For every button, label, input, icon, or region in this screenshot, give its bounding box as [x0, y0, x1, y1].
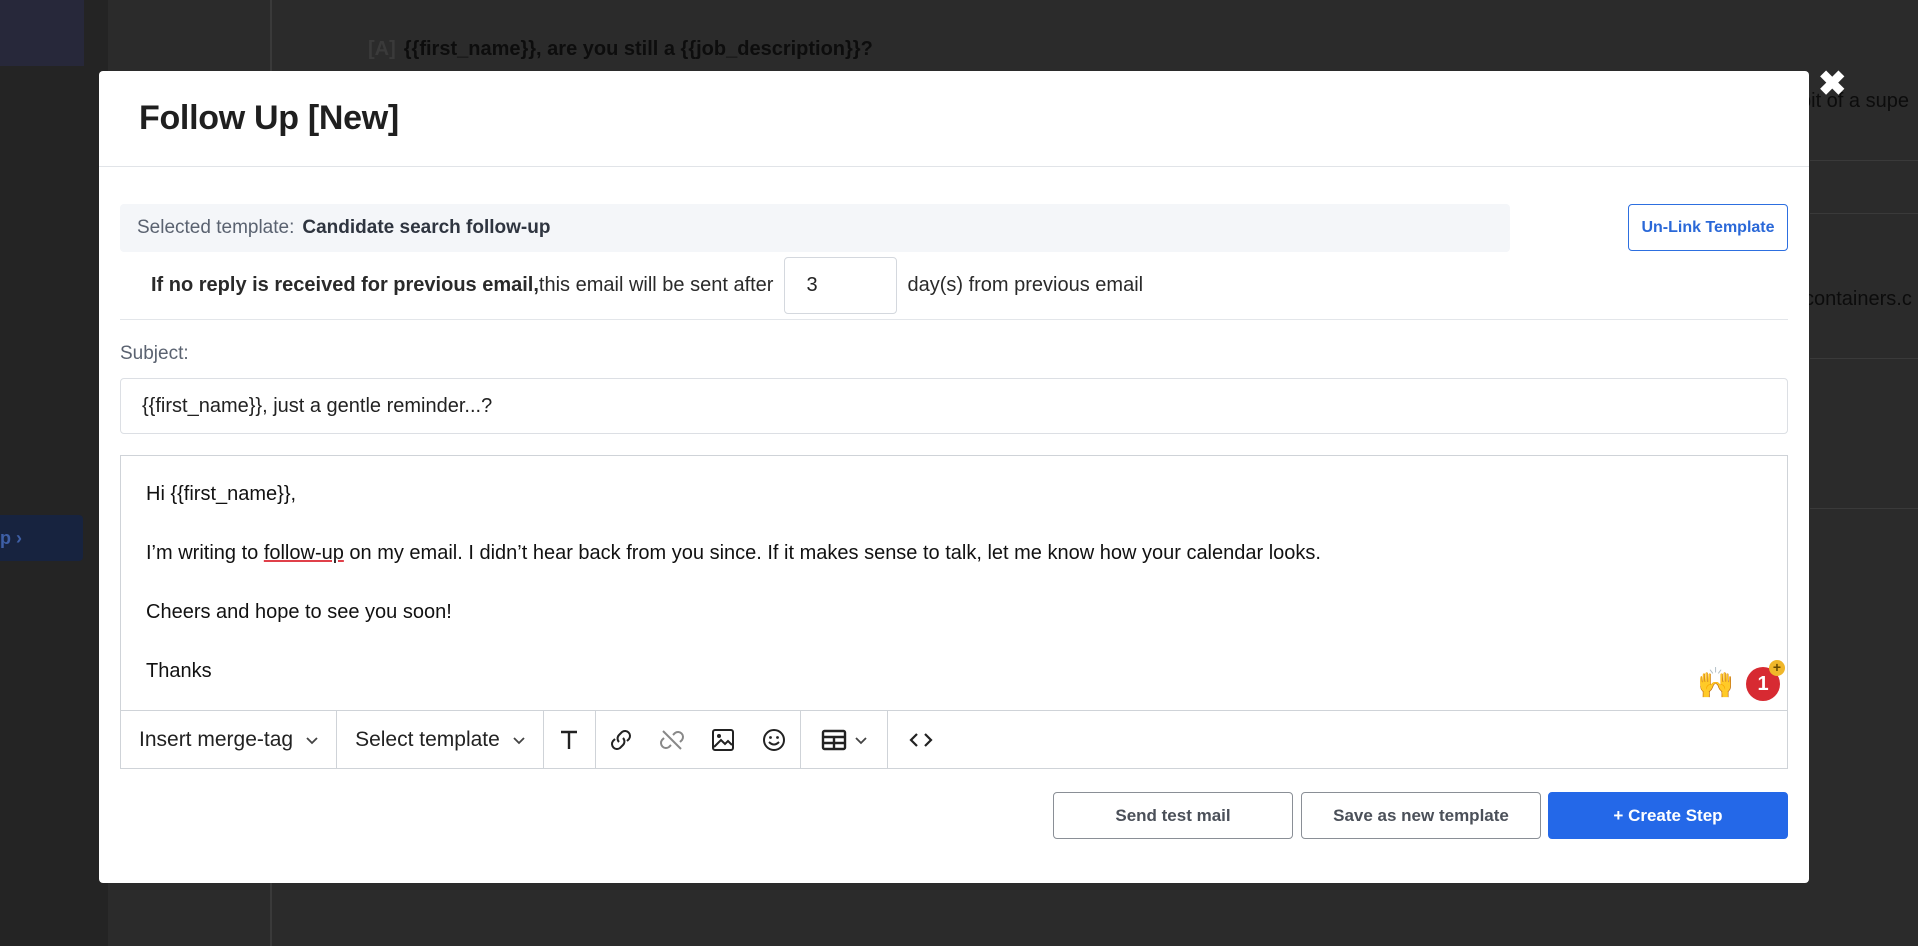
background-row-line — [1810, 358, 1918, 359]
link-button[interactable] — [596, 711, 647, 769]
background-heading: [A] {{first_name}}, are you still a {{job… — [368, 38, 873, 61]
emoji-icon — [763, 728, 786, 751]
unlink-button[interactable] — [647, 711, 698, 769]
delay-row: If no reply is received for previous ema… — [151, 257, 1143, 314]
body-text: on my email. I didn’t hear back from you… — [343, 542, 1321, 564]
merge-tag-group: Insert merge-tag — [121, 711, 338, 768]
chevron-down-icon — [306, 736, 318, 744]
body-signoff: Thanks — [146, 660, 212, 682]
follow-up-modal: Follow Up [New] Selected template: Candi… — [99, 71, 1809, 883]
editor-toolbar: Insert merge-tag Select template — [121, 710, 1787, 768]
badge-plus-icon: + — [1769, 660, 1785, 676]
delay-text-before: this email will be sent after — [538, 274, 774, 296]
unlink-template-button[interactable]: Un-Link Template — [1628, 204, 1788, 251]
background-step-pill-label: p — [0, 528, 11, 548]
background-row-line — [1810, 160, 1918, 161]
chevron-down-icon — [513, 736, 525, 744]
body-paragraph: I’m writing to follow-up on my email. I … — [146, 541, 1762, 565]
create-step-button[interactable]: + Create Step — [1548, 792, 1788, 839]
selected-template-name: Candidate search follow-up — [302, 217, 551, 238]
format-group — [544, 711, 596, 768]
background-sidebar-header — [0, 0, 84, 66]
background-sidebar — [0, 0, 108, 946]
image-button[interactable] — [698, 711, 749, 769]
insert-merge-tag-label: Insert merge-tag — [139, 727, 294, 751]
body-greeting: Hi {{first_name}}, — [146, 483, 297, 505]
table-dropdown[interactable] — [801, 711, 887, 769]
chevron-down-icon — [855, 736, 867, 744]
insert-group — [596, 711, 801, 768]
delay-text-after: day(s) from previous email — [907, 274, 1144, 296]
emoji-button[interactable] — [749, 711, 800, 769]
background-heading-text: {{first_name}}, are you still a {{job_de… — [403, 38, 873, 60]
code-view-icon — [909, 732, 933, 747]
table-icon — [821, 729, 847, 750]
select-template-label: Select template — [355, 727, 500, 751]
background-text-2: containers.c — [1804, 288, 1912, 310]
text-format-button[interactable] — [544, 711, 595, 769]
close-icon[interactable]: ✖ — [1818, 67, 1847, 101]
select-template-group: Select template — [337, 711, 544, 768]
subject-label: Subject: — [120, 343, 189, 364]
send-test-mail-button[interactable]: Send test mail — [1053, 792, 1293, 839]
subject-input[interactable] — [120, 378, 1788, 434]
code-group — [888, 711, 954, 768]
link-icon — [611, 729, 632, 750]
background-heading-tag: [A] — [368, 38, 396, 60]
modal-title: Follow Up [New] — [139, 99, 399, 137]
body-text: I’m writing to — [146, 542, 264, 564]
divider — [120, 319, 1788, 320]
email-editor: Hi {{first_name}}, I’m writing to follow… — [120, 455, 1788, 769]
code-view-button[interactable] — [888, 711, 954, 769]
email-body[interactable]: Hi {{first_name}}, I’m writing to follow… — [121, 456, 1787, 710]
background-text-1: bit of a supe — [1800, 90, 1909, 112]
unlink-icon — [660, 729, 685, 750]
table-group — [801, 711, 888, 768]
text-format-icon — [561, 730, 578, 749]
background-row-line — [1810, 213, 1918, 214]
background-step-pill: p › — [0, 515, 83, 561]
delay-condition-text: If no reply is received for previous ema… — [151, 274, 539, 296]
insert-merge-tag-dropdown[interactable]: Insert merge-tag — [121, 728, 336, 752]
background-row-line — [1810, 508, 1918, 509]
selected-template-label: Selected template: — [137, 217, 295, 238]
modal-header: Follow Up [New] — [99, 71, 1809, 167]
delay-days-input[interactable] — [784, 257, 898, 314]
selected-template-bar: Selected template: Candidate search foll… — [120, 204, 1510, 252]
save-as-template-button[interactable]: Save as new template — [1301, 792, 1541, 839]
misspelled-word: follow-up — [263, 542, 344, 564]
image-icon — [712, 728, 735, 751]
select-template-dropdown[interactable]: Select template — [337, 728, 543, 752]
raised-hands-emoji[interactable]: 🙌 — [1697, 666, 1734, 702]
body-closing: Cheers and hope to see you soon! — [146, 601, 452, 623]
